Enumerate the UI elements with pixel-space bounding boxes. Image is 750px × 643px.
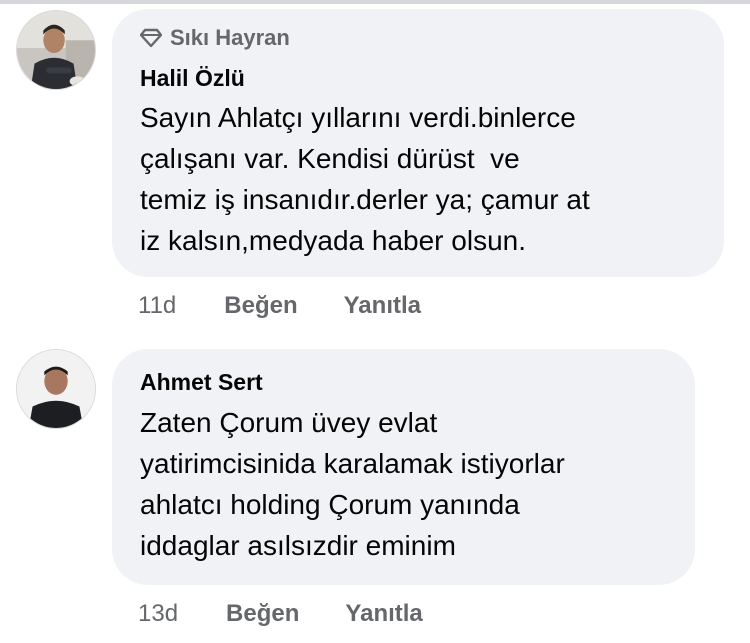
comment-bubble: Sıkı Hayran Halil Özlü Sayın Ahlatçı yıl… <box>112 9 724 277</box>
diamond-icon <box>140 28 162 48</box>
comment-text: Zaten Çorum üvey evlat yatirimcisinida k… <box>140 402 700 566</box>
comment-text: Sayın Ahlatçı yıllarını verdi.binlerce ç… <box>140 97 700 261</box>
top-fan-badge[interactable]: Sıkı Hayran <box>140 25 290 51</box>
comment-text-line: iddaglar asılsızdir eminim <box>140 530 456 561</box>
comment-actions: 11d Beğen Yanıtla <box>138 292 421 320</box>
author-name[interactable]: Halil Özlü <box>140 65 245 92</box>
comment-timestamp[interactable]: 11d <box>138 292 176 320</box>
comment-text-line: Sayın Ahlatçı yıllarını verdi.binlerce <box>140 102 576 133</box>
author-name[interactable]: Ahmet Sert <box>140 369 263 396</box>
avatar-photo-icon <box>17 11 95 89</box>
like-button[interactable]: Beğen <box>224 292 297 320</box>
comment-actions: 13d Beğen Yanıtla <box>138 600 423 628</box>
comment-text-line: ahlatcı holding Çorum yanında <box>140 489 520 520</box>
avatar[interactable] <box>16 10 96 90</box>
like-button[interactable]: Beğen <box>226 600 299 628</box>
reply-button[interactable]: Yanıtla <box>344 292 421 320</box>
comment-text-line: temiz iş insanıdır.derler ya; çamur at <box>140 184 590 215</box>
top-divider <box>0 0 750 4</box>
comment-text-line: iz kalsın,medyada haber olsun. <box>140 225 526 256</box>
comment-text-line: çalışanı var. Kendisi dürüst ve <box>140 143 520 174</box>
comment-text-line: Zaten Çorum üvey evlat <box>140 407 438 438</box>
reply-button[interactable]: Yanıtla <box>345 600 422 628</box>
avatar[interactable] <box>16 349 96 429</box>
comment-bubble: Ahmet Sert Zaten Çorum üvey evlat yatiri… <box>112 349 695 585</box>
badge-label: Sıkı Hayran <box>170 25 290 50</box>
avatar-photo-icon <box>17 350 95 428</box>
comment-timestamp[interactable]: 13d <box>138 600 178 628</box>
comment-text-line: yatirimcisinida karalamak istiyorlar <box>140 448 565 479</box>
